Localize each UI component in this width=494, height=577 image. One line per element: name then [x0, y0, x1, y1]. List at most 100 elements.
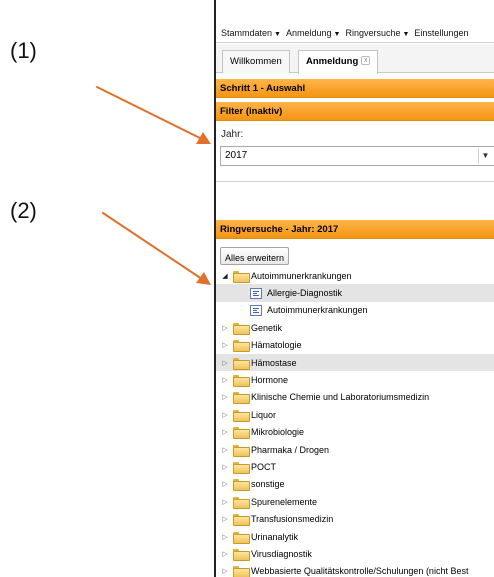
tree-node[interactable]: ▷ Genetik [216, 319, 494, 336]
tree-node[interactable]: ▷ Klinische Chemie und Laboratoriumsmediz… [216, 389, 494, 406]
folder-icon [233, 392, 250, 405]
menu-einstellungen-label: Einstellungen [414, 27, 469, 38]
arrow-1-head [196, 132, 211, 144]
tab-willkommen-label: Willkommen [230, 56, 282, 67]
tree-node-label: sonstige [251, 479, 285, 490]
tab-anmeldung-label: Anmeldung [306, 56, 359, 67]
chevron-down-icon[interactable]: ▼ [478, 149, 492, 163]
collapsed-triangle-icon[interactable]: ▷ [220, 480, 230, 488]
form-document-icon [250, 304, 262, 316]
collapsed-triangle-icon[interactable]: ▷ [220, 393, 230, 401]
arrow-2-shaft [102, 212, 209, 284]
folder-icon [233, 322, 250, 335]
tree-node-label: Liquor [251, 409, 277, 420]
tree-node-autoimmunerkrankungen[interactable]: ◢ Autoimmunerkrankungen [216, 267, 494, 284]
tree-node-label: Autoimmunerkrankungen [251, 270, 352, 281]
tree-node[interactable]: ▷ Webbasierte Qualitätskontrolle/Schulung… [216, 563, 494, 577]
tree-node[interactable]: ▷ Transfusionsmedizin [216, 510, 494, 527]
close-icon[interactable]: x [361, 56, 371, 65]
tree-node[interactable]: ▷ Urinanalytik [216, 528, 494, 545]
menu-anmeldung[interactable]: Anmeldung ▼ [286, 28, 340, 38]
expanded-triangle-icon[interactable]: ◢ [220, 272, 230, 280]
tree-node-label: Mikrobiologie [251, 427, 305, 438]
filter-header[interactable]: Filter (inaktiv) [216, 102, 494, 121]
year-label: Jahr: [221, 129, 244, 140]
caret-down-icon: ▼ [274, 30, 281, 38]
tree-node[interactable]: ▷ sonstige [216, 476, 494, 493]
tree-node-label: Virusdiagnostik [251, 548, 312, 559]
tree-leaf-label: Autoimmunerkrankungen [267, 305, 368, 316]
tree-node-label: Urinanalytik [251, 531, 299, 542]
tab-willkommen[interactable]: Willkommen [222, 50, 290, 73]
tree-node-label: Webbasierte Qualitätskontrolle/Schulunge… [251, 566, 469, 577]
menu-bar: Stammdaten ▼ Anmeldung ▼ Ringversuche ▼ Ein… [216, 23, 494, 43]
tab-anmeldung[interactable]: Anmeldung x [298, 50, 379, 74]
menu-stammdaten-label: Stammdaten [221, 27, 273, 38]
tree-leaf-label: Allergie-Diagnostik [267, 288, 343, 299]
tree-node[interactable]: ▷ Hormone [216, 371, 494, 388]
tree-node[interactable]: ▷ Mikrobiologie [216, 424, 494, 441]
menu-ringversuche-label: Ringversuche [345, 27, 401, 38]
form-document-icon [250, 287, 262, 299]
folder-icon [233, 375, 250, 388]
tree-node[interactable]: ▷ Hämostase [216, 353, 494, 372]
tree-node-label: Hämostase [251, 357, 297, 368]
callout-label-1: (1) [10, 38, 37, 63]
tree-node-label: POCT [251, 461, 277, 472]
tree-node[interactable]: ▷ Virusdiagnostik [216, 545, 494, 562]
folder-open-icon [233, 270, 250, 283]
tree-node-label: Pharmaka / Drogen [251, 444, 330, 455]
tree-node[interactable]: ▷ Hämatologie [216, 337, 494, 354]
year-select[interactable]: 2017 ▼ [220, 146, 494, 166]
step-header: Schritt 1 - Auswahl [216, 79, 494, 98]
menu-ringversuche[interactable]: Ringversuche ▼ [345, 28, 409, 38]
collapsed-triangle-icon[interactable]: ▷ [220, 515, 230, 523]
arrow-1-shaft [96, 86, 209, 143]
collapsed-triangle-icon[interactable]: ▷ [220, 324, 230, 332]
tree-node-label: Hormone [251, 375, 289, 386]
tab-bar: Willkommen Anmeldung x [216, 44, 494, 74]
callout-label-2: (2) [10, 198, 37, 223]
tree-node[interactable]: ▷ Spurenelemente [216, 493, 494, 510]
tree-node-label: Spurenelemente [251, 496, 318, 507]
collapsed-triangle-icon[interactable]: ▷ [220, 550, 230, 558]
collapsed-triangle-icon[interactable]: ▷ [220, 359, 230, 367]
caret-down-icon: ▼ [333, 30, 341, 38]
arrow-2-head [196, 272, 211, 285]
collapsed-triangle-icon[interactable]: ▷ [220, 446, 230, 454]
folder-icon [233, 479, 250, 492]
ringversuche-header: Ringversuche - Jahr: 2017 [216, 220, 494, 239]
folder-icon [233, 427, 250, 440]
folder-icon [233, 409, 250, 422]
folder-icon [233, 340, 250, 353]
folder-icon [233, 444, 250, 457]
collapsed-triangle-icon[interactable]: ▷ [220, 428, 230, 436]
tree-node-label: Klinische Chemie und Laboratoriumsmedizi… [251, 392, 430, 403]
collapsed-triangle-icon[interactable]: ▷ [220, 567, 230, 575]
collapsed-triangle-icon[interactable]: ▷ [220, 463, 230, 471]
menu-einstellungen[interactable]: Einstellungen [414, 28, 468, 38]
expand-all-button[interactable]: Alles erweitern [220, 247, 290, 265]
collapsed-triangle-icon[interactable]: ▷ [220, 533, 230, 541]
menu-anmeldung-label: Anmeldung [285, 27, 332, 38]
tree-node-label: Transfusionsmedizin [251, 514, 334, 525]
tree-leaf-allergie-diagnostik[interactable]: Allergie-Diagnostik [216, 284, 494, 302]
tree-node-label: Hämatologie [251, 340, 302, 351]
caret-down-icon: ▼ [402, 30, 410, 38]
folder-icon [233, 531, 250, 544]
folder-icon [233, 548, 250, 561]
tree-node[interactable]: ▷ Liquor [216, 406, 494, 423]
collapsed-triangle-icon[interactable]: ▷ [220, 341, 230, 349]
folder-icon [233, 496, 250, 509]
collapsed-triangle-icon[interactable]: ▷ [220, 411, 230, 419]
tree-node[interactable]: ▷ Pharmaka / Drogen [216, 441, 494, 458]
tree-node[interactable]: ▷ POCT [216, 458, 494, 475]
collapsed-triangle-icon[interactable]: ▷ [220, 376, 230, 384]
category-tree: ◢ Autoimmunerkrankungen Allergie-Diagnos… [216, 267, 494, 577]
tree-leaf-autoimmunerkrankungen[interactable]: Autoimmunerkrankungen [216, 302, 494, 319]
folder-icon [233, 514, 250, 527]
collapsed-triangle-icon[interactable]: ▷ [220, 498, 230, 506]
menu-stammdaten[interactable]: Stammdaten ▼ [221, 28, 281, 38]
folder-icon [233, 461, 250, 474]
section-divider [216, 181, 494, 182]
